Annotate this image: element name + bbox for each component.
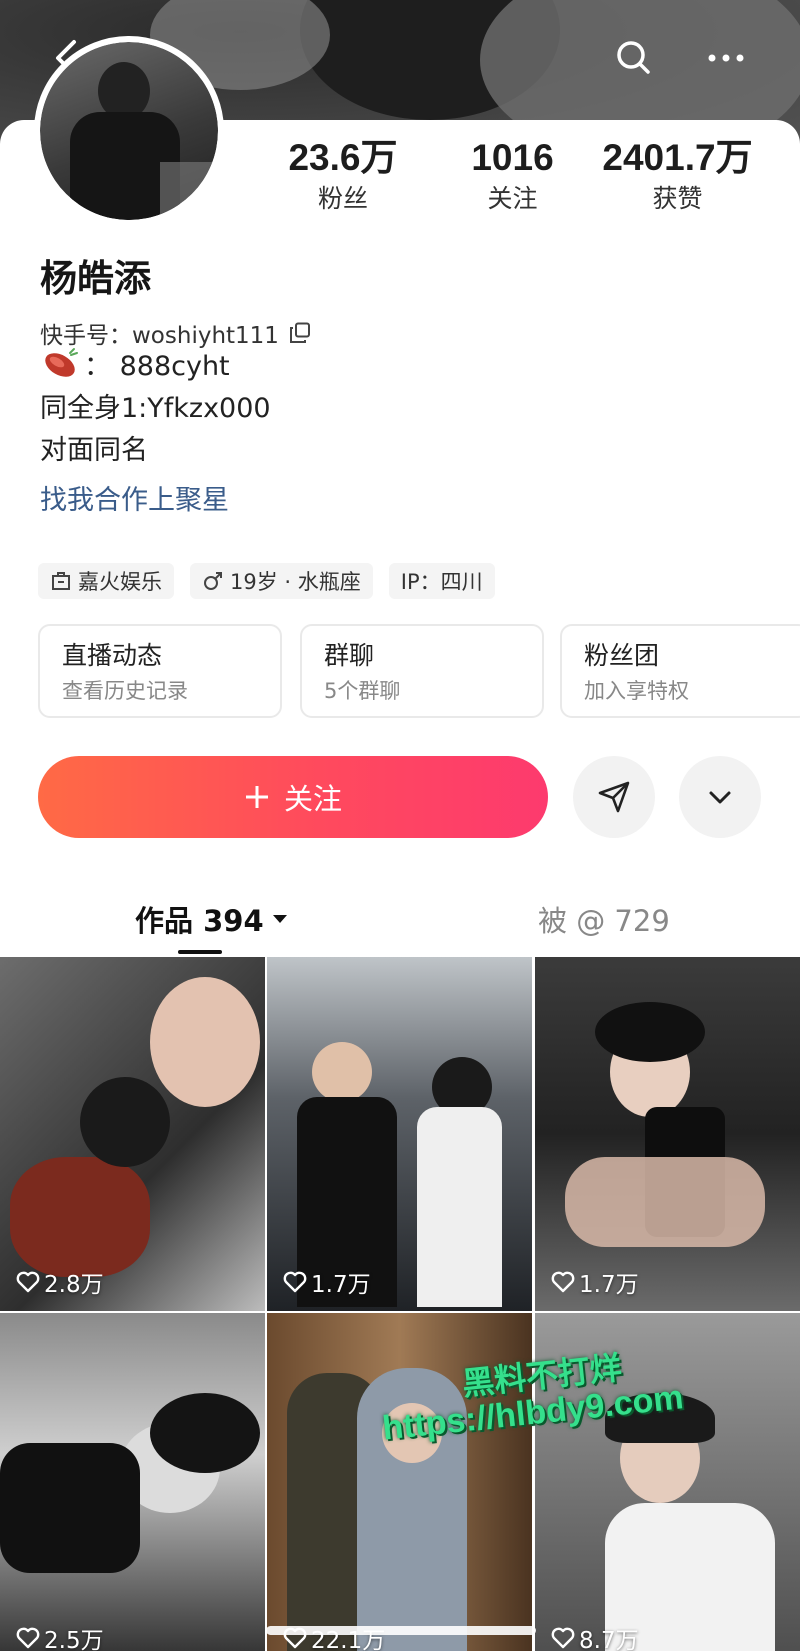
tab-works[interactable]: 作品 394	[135, 898, 288, 940]
avatar[interactable]	[34, 36, 224, 226]
like-count-text: 1.7万	[311, 1272, 371, 1298]
like-count-text: 2.5万	[44, 1628, 104, 1651]
bio-line-1: ： 888cyht	[40, 344, 230, 383]
tag-age-sign: 19岁 · 水瓶座	[190, 563, 373, 599]
stat-value: 1016	[471, 137, 554, 178]
sweet-potato-icon	[45, 347, 78, 377]
bio-line-3: 对面同名	[40, 435, 148, 466]
stat-following[interactable]: 1016 关注	[440, 136, 585, 216]
like-count-text: 1.7万	[579, 1272, 639, 1298]
stat-label: 粉丝	[317, 184, 368, 213]
follow-button[interactable]: 关注	[38, 756, 548, 838]
video-thumbnail[interactable]: 1.7万	[267, 957, 532, 1311]
feature-subtitle: 5个群聊	[324, 679, 401, 703]
search-icon	[617, 41, 650, 74]
chevron-down-icon	[709, 791, 731, 804]
plus-icon	[245, 786, 268, 808]
heart-icon	[551, 1271, 575, 1293]
stat-value: 2401.7万	[602, 137, 753, 178]
feature-fan-club[interactable]: 粉丝团 加入享特权	[560, 624, 800, 718]
video-like-count: 1.7万	[551, 1265, 639, 1299]
bio-line-2: 同全身1:Yfkzx000	[40, 393, 271, 424]
stat-value: 23.6万	[288, 137, 398, 178]
video-thumbnail[interactable]: 1.7万	[535, 957, 800, 1311]
bio-line-1-text: ： 888cyht	[84, 351, 230, 382]
tag-agency[interactable]: 嘉火娱乐	[38, 563, 174, 599]
share-button[interactable]	[573, 756, 655, 838]
feature-title: 群聊	[324, 641, 375, 670]
tab-underline	[178, 950, 222, 954]
caret-down-icon	[272, 915, 287, 923]
follow-label: 关注	[283, 782, 342, 816]
feature-live-history[interactable]: 直播动态 查看历史记录	[38, 624, 282, 718]
stat-label: 关注	[487, 184, 538, 213]
profile-tags: 嘉火娱乐 19岁 · 水瓶座 IP：四川	[38, 563, 495, 599]
building-icon	[52, 572, 70, 590]
send-icon	[598, 781, 630, 813]
copy-icon[interactable]	[289, 322, 311, 344]
feature-title: 粉丝团	[584, 641, 660, 670]
male-icon	[204, 572, 222, 590]
tab-works-label: 作品 394	[135, 904, 264, 938]
profile-name: 杨皓添	[40, 257, 151, 300]
heart-icon	[551, 1627, 575, 1649]
feature-title: 直播动态	[62, 641, 163, 670]
tag-age-sign-label: 19岁 · 水瓶座	[230, 570, 361, 594]
search-button[interactable]	[612, 36, 656, 80]
feature-subtitle: 查看历史记录	[62, 679, 188, 703]
more-dots-icon	[708, 54, 744, 62]
like-count-text: 8.7万	[579, 1628, 639, 1651]
expand-button[interactable]	[679, 756, 761, 838]
stat-likes[interactable]: 2401.7万 获赞	[590, 136, 765, 216]
video-thumbnail[interactable]: 2.8万	[0, 957, 265, 1311]
tag-ip-label: IP：四川	[400, 570, 483, 594]
stat-label: 获赞	[652, 184, 703, 213]
heart-icon	[283, 1271, 307, 1293]
home-indicator[interactable]	[266, 1626, 536, 1635]
video-like-count: 2.8万	[16, 1265, 104, 1299]
feature-group-chat[interactable]: 群聊 5个群聊	[300, 624, 544, 718]
more-options-button[interactable]	[704, 36, 748, 80]
stat-followers[interactable]: 23.6万 粉丝	[268, 136, 418, 216]
heart-icon	[16, 1627, 40, 1649]
video-thumbnail[interactable]: 2.5万	[0, 1313, 265, 1651]
tag-ip: IP：四川	[388, 563, 495, 599]
cooperation-link[interactable]: 找我合作上聚星	[40, 478, 229, 517]
feature-subtitle: 加入享特权	[584, 679, 689, 703]
heart-icon	[16, 1271, 40, 1293]
video-like-count: 1.7万	[283, 1265, 371, 1299]
video-like-count: 2.5万	[16, 1621, 104, 1651]
tab-mentions[interactable]: 被 @ 729	[538, 898, 670, 940]
like-count-text: 2.8万	[44, 1272, 104, 1298]
tag-agency-label: 嘉火娱乐	[78, 570, 162, 594]
video-like-count: 8.7万	[551, 1621, 639, 1651]
